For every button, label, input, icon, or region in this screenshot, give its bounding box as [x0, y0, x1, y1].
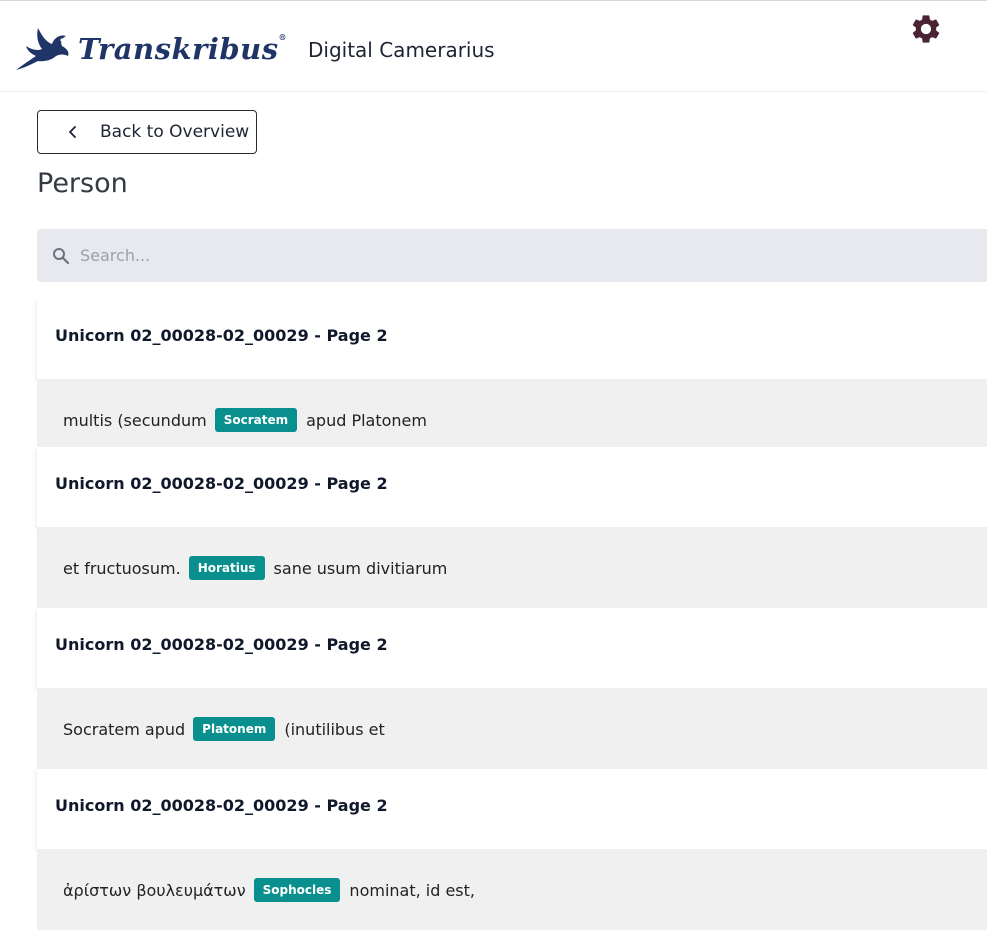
logo-wordmark: Transkribus® [78, 32, 288, 66]
result-header[interactable]: Unicorn 02_00028-02_00029 - Page 2 [37, 608, 987, 688]
snippet-text: multis (secundum Socratem apud Platonem [63, 408, 427, 432]
app-title: Digital Camerarius [308, 38, 495, 62]
gear-icon [912, 15, 940, 43]
snippet-text: et fructuosum. Horatius sane usum diviti… [63, 556, 447, 580]
entity-tag[interactable]: Platonem [193, 717, 276, 741]
result-snippet: Socratem apud Platonem (inutilibus et [37, 688, 987, 769]
flying-creature-logo [16, 28, 69, 70]
result-snippet: et fructuosum. Horatius sane usum diviti… [37, 527, 987, 608]
snippet-after: nominat, id est, [349, 880, 475, 900]
search-bar [37, 229, 987, 282]
snippet-before: et fructuosum. [63, 558, 181, 578]
result-header[interactable]: Unicorn 02_00028-02_00029 - Page 2 [37, 299, 987, 379]
settings-button[interactable] [909, 12, 943, 46]
back-to-overview-button[interactable]: Back to Overview [37, 110, 257, 154]
result-title: Unicorn 02_00028-02_00029 - Page 2 [55, 474, 388, 493]
snippet-before: multis (secundum [63, 410, 207, 430]
chevron-left-icon [69, 126, 76, 138]
result-snippet: ἀρίστων βουλευμάτων Sophocles nominat, i… [37, 849, 987, 930]
snippet-before: Socratem apud [63, 719, 186, 739]
result-title: Unicorn 02_00028-02_00029 - Page 2 [55, 796, 388, 815]
back-button-label: Back to Overview [100, 122, 250, 142]
snippet-before: ἀρίστων βουλευμάτων [63, 880, 246, 900]
app-header: Transkribus® Digital Camerarius [0, 4, 987, 92]
entity-tag[interactable]: Socratem [214, 408, 298, 432]
snippet-after: sane usum divitiarum [273, 558, 448, 578]
entity-tag[interactable]: Horatius [188, 556, 265, 580]
page-title: Person [37, 168, 128, 199]
snippet-text: ἀρίστων βουλευμάτων Sophocles nominat, i… [63, 878, 475, 902]
snippet-text: Socratem apud Platonem (inutilibus et [63, 717, 385, 741]
transkribus-logo[interactable]: Transkribus® [14, 24, 287, 76]
search-icon [53, 248, 70, 265]
snippet-after: apud Platonem [306, 410, 427, 430]
result-header[interactable]: Unicorn 02_00028-02_00029 - Page 2 [37, 769, 987, 849]
search-input[interactable] [79, 229, 960, 282]
result-header[interactable]: Unicorn 02_00028-02_00029 - Page 2 [37, 447, 987, 527]
snippet-after: (inutilibus et [284, 719, 385, 739]
entity-tag[interactable]: Sophocles [253, 878, 341, 902]
result-title: Unicorn 02_00028-02_00029 - Page 2 [55, 326, 388, 345]
result-title: Unicorn 02_00028-02_00029 - Page 2 [55, 635, 388, 654]
